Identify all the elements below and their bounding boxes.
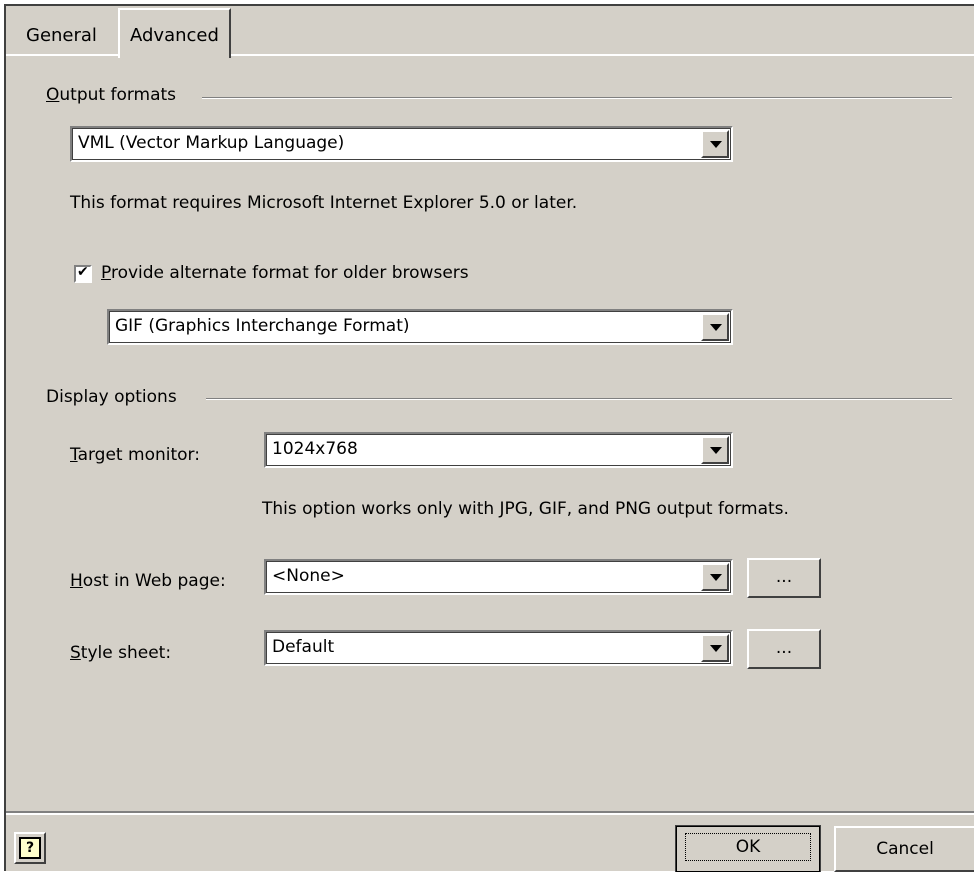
target-monitor-note: This option works only with JPG, GIF, an…: [262, 499, 789, 519]
host-browse-label: ...: [775, 567, 793, 587]
target-monitor-select[interactable]: 1024x768: [264, 432, 733, 468]
cancel-button-label: Cancel: [876, 839, 934, 859]
output-format-value: VML (Vector Markup Language): [78, 133, 345, 153]
chevron-down-icon[interactable]: [701, 313, 729, 341]
chevron-down-icon[interactable]: [701, 563, 729, 591]
host-web-page-select[interactable]: <None>: [264, 559, 733, 595]
help-question-icon: ?: [19, 837, 41, 859]
style-browse-label: ...: [775, 638, 793, 658]
help-button[interactable]: ?: [14, 832, 46, 864]
format-requirement-text: This format requires Microsoft Internet …: [70, 193, 578, 213]
alternate-format-value: GIF (Graphics Interchange Format): [115, 316, 410, 336]
footer-separator: [6, 811, 974, 815]
display-options-separator: [206, 398, 952, 400]
host-web-page-value: <None>: [272, 566, 345, 586]
alternate-format-select[interactable]: GIF (Graphics Interchange Format): [107, 309, 733, 345]
chevron-down-icon[interactable]: [701, 130, 729, 158]
display-options-heading: Display options: [46, 387, 187, 407]
cancel-button[interactable]: Cancel: [834, 826, 974, 872]
ok-button-label: OK: [684, 833, 812, 861]
output-formats-heading: Output formats: [46, 85, 187, 105]
output-formats-separator: [202, 97, 952, 99]
ok-button[interactable]: OK: [675, 825, 821, 872]
host-web-page-label: Host in Web page:: [70, 571, 226, 591]
chevron-down-icon[interactable]: [701, 634, 729, 662]
host-browse-button[interactable]: ...: [747, 558, 821, 598]
chevron-down-icon[interactable]: [701, 436, 729, 464]
options-dialog: General Advanced Output formats VML (Vec…: [4, 4, 974, 872]
style-sheet-select[interactable]: Default: [264, 630, 733, 666]
target-monitor-value: 1024x768: [272, 439, 358, 459]
tab-advanced[interactable]: Advanced: [118, 8, 231, 58]
output-format-select[interactable]: VML (Vector Markup Language): [70, 126, 733, 162]
style-browse-button[interactable]: ...: [747, 629, 821, 669]
tab-advanced-label: Advanced: [130, 25, 219, 46]
tab-strip: General Advanced: [6, 6, 974, 58]
style-sheet-value: Default: [272, 637, 335, 657]
target-monitor-label: Target monitor:: [70, 445, 200, 465]
style-sheet-label: Style sheet:: [70, 643, 172, 663]
alternate-format-label: Provide alternate format for older brows…: [101, 263, 469, 283]
tab-general-label: General: [26, 25, 97, 46]
tab-general[interactable]: General: [16, 16, 107, 56]
alternate-format-checkbox[interactable]: [74, 264, 92, 283]
